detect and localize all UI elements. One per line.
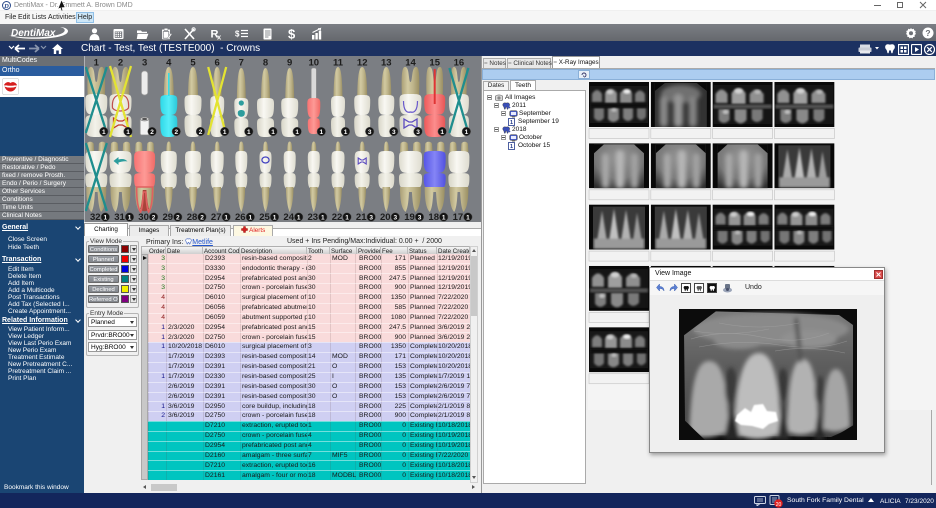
svg-text:12: 12 bbox=[357, 58, 368, 69]
svg-text:20: 20 bbox=[776, 502, 782, 508]
svg-text:1: 1 bbox=[510, 144, 513, 150]
svg-text:$: $ bbox=[235, 30, 240, 39]
svg-text:7: 7 bbox=[239, 58, 244, 69]
svg-text:19: 19 bbox=[404, 212, 415, 222]
svg-text:14: 14 bbox=[405, 58, 416, 69]
svg-text:1: 1 bbox=[297, 214, 301, 221]
svg-text:8: 8 bbox=[263, 58, 268, 69]
svg-text:11: 11 bbox=[333, 58, 344, 69]
svg-text:1: 1 bbox=[321, 214, 325, 221]
svg-text:3: 3 bbox=[369, 214, 373, 221]
svg-text:1: 1 bbox=[319, 129, 323, 136]
svg-text:1: 1 bbox=[442, 214, 446, 221]
svg-text:21: 21 bbox=[356, 212, 367, 222]
svg-text:18: 18 bbox=[428, 212, 439, 222]
svg-text:10: 10 bbox=[309, 58, 320, 69]
svg-text:1: 1 bbox=[247, 129, 251, 136]
svg-text:24: 24 bbox=[283, 212, 294, 222]
svg-text:26: 26 bbox=[235, 212, 246, 222]
svg-text:1: 1 bbox=[273, 214, 277, 221]
svg-text:1: 1 bbox=[271, 129, 275, 136]
svg-text:4: 4 bbox=[166, 58, 172, 69]
svg-text:1: 1 bbox=[440, 129, 444, 136]
svg-text:9: 9 bbox=[287, 58, 292, 69]
svg-text:17: 17 bbox=[453, 212, 464, 222]
svg-text:2: 2 bbox=[150, 129, 154, 136]
svg-text:1: 1 bbox=[345, 214, 349, 221]
svg-text:3: 3 bbox=[418, 214, 422, 221]
svg-text:29: 29 bbox=[163, 212, 174, 222]
svg-text:2: 2 bbox=[152, 214, 156, 221]
svg-text:28: 28 bbox=[187, 212, 198, 222]
svg-text:23: 23 bbox=[308, 212, 319, 222]
svg-text:2: 2 bbox=[200, 214, 204, 221]
svg-text:1: 1 bbox=[128, 214, 132, 221]
svg-text:2: 2 bbox=[176, 214, 180, 221]
svg-text:13: 13 bbox=[381, 58, 392, 69]
svg-text:1: 1 bbox=[102, 129, 106, 136]
svg-text:1: 1 bbox=[344, 129, 348, 136]
svg-text:1: 1 bbox=[103, 214, 107, 221]
svg-text:1: 1 bbox=[465, 129, 469, 136]
svg-text:15: 15 bbox=[429, 58, 440, 69]
svg-text:5: 5 bbox=[190, 58, 196, 69]
svg-text:25: 25 bbox=[259, 212, 270, 222]
svg-text:1: 1 bbox=[223, 129, 227, 136]
svg-text:1: 1 bbox=[248, 214, 252, 221]
svg-text:x: x bbox=[217, 33, 222, 41]
svg-text:3: 3 bbox=[393, 214, 397, 221]
svg-text:DentiMax: DentiMax bbox=[11, 28, 56, 39]
svg-text:16: 16 bbox=[454, 58, 465, 69]
svg-text:32: 32 bbox=[90, 212, 101, 222]
svg-text:20: 20 bbox=[380, 212, 391, 222]
svg-text:27: 27 bbox=[211, 212, 222, 222]
svg-text:3: 3 bbox=[368, 129, 372, 136]
svg-text:22: 22 bbox=[332, 212, 343, 222]
svg-text:2: 2 bbox=[174, 129, 178, 136]
svg-text:6: 6 bbox=[215, 58, 220, 69]
svg-text:30: 30 bbox=[138, 212, 149, 222]
svg-text:3: 3 bbox=[392, 129, 396, 136]
svg-text:$: $ bbox=[288, 27, 296, 40]
svg-text:2: 2 bbox=[118, 58, 123, 69]
svg-text:1: 1 bbox=[224, 214, 228, 221]
svg-text:3: 3 bbox=[142, 58, 147, 69]
svg-text:?: ? bbox=[925, 28, 930, 38]
svg-text:1: 1 bbox=[295, 129, 299, 136]
svg-text:D: D bbox=[3, 3, 9, 10]
svg-text:31: 31 bbox=[114, 212, 125, 222]
svg-text:1: 1 bbox=[126, 129, 130, 136]
svg-text:3: 3 bbox=[416, 129, 420, 136]
svg-text:2: 2 bbox=[199, 129, 203, 136]
svg-text:1: 1 bbox=[94, 58, 100, 69]
svg-text:1: 1 bbox=[466, 214, 470, 221]
